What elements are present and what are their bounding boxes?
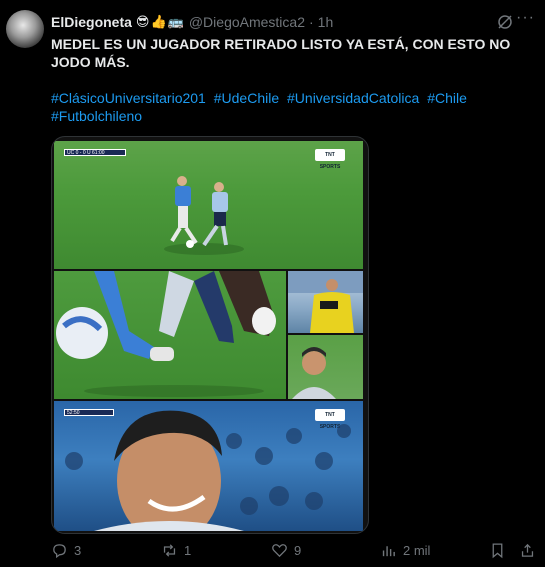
views-button[interactable]: 2 mil: [380, 541, 430, 559]
image-panel-tackle-closeup: [54, 271, 286, 399]
bookmark-icon: [492, 542, 503, 558]
separator-dot: ·: [309, 14, 314, 30]
hashtag-link[interactable]: #UdeChile: [214, 90, 279, 106]
image-panel-smiling-player: 52:50 TNT SPORTS: [54, 401, 363, 531]
share-button[interactable]: [519, 541, 536, 559]
hashtag-link[interactable]: #UniversidadCatolica: [287, 90, 419, 106]
image-panel-wide-shot: UC 0 - 0 U 61:00 TNT SPORTS: [54, 141, 363, 269]
like-count: 9: [294, 542, 302, 558]
hashtag-link[interactable]: #Chile: [427, 90, 467, 106]
reply-count: 3: [74, 542, 82, 558]
tweet-header: ElDiegoneta 😎👍🚌 @DiegoAmestica2 · 1h: [51, 12, 525, 32]
tweet-image[interactable]: UC 0 - 0 U 61:00 TNT SPORTS 52:50 TNT SP…: [51, 136, 369, 534]
reply-button[interactable]: 3: [51, 541, 81, 559]
grok-icon[interactable]: [497, 14, 513, 30]
image-panel-player-yellow: [288, 271, 363, 333]
repost-icon: [163, 543, 176, 557]
timestamp[interactable]: 1h: [318, 14, 334, 30]
hashtags: #ClásicoUniversitario201 #UdeChile #Univ…: [51, 89, 521, 125]
author-name[interactable]: ElDiegoneta: [51, 14, 132, 30]
author-handle[interactable]: @DiegoAmestica2: [189, 14, 305, 30]
avatar[interactable]: [6, 10, 44, 48]
hashtag-link[interactable]: #ClásicoUniversitario201: [51, 90, 206, 106]
more-options-icon[interactable]: ···: [516, 9, 535, 27]
reply-icon: [53, 543, 66, 558]
heart-icon: [272, 543, 287, 557]
views-icon: [382, 545, 395, 556]
tweet-text: MEDEL ES UN JUGADOR RETIRADO LISTO YA ES…: [51, 36, 511, 70]
hashtag-link[interactable]: #Futbolchileno: [51, 108, 142, 124]
tweet[interactable]: ElDiegoneta 😎👍🚌 @DiegoAmestica2 · 1h ···…: [0, 0, 545, 567]
repost-count: 1: [184, 542, 192, 558]
bookmark-button[interactable]: [489, 541, 506, 559]
players-illustration: [164, 176, 244, 255]
like-button[interactable]: 9: [271, 541, 301, 559]
view-count: 2 mil: [403, 542, 431, 558]
image-panel-face: [288, 335, 363, 399]
share-icon: [521, 543, 534, 557]
tweet-actions: 3 1 9 2 mil: [51, 541, 535, 559]
author-emojis: 😎👍🚌: [135, 14, 185, 29]
repost-button[interactable]: 1: [161, 541, 191, 559]
